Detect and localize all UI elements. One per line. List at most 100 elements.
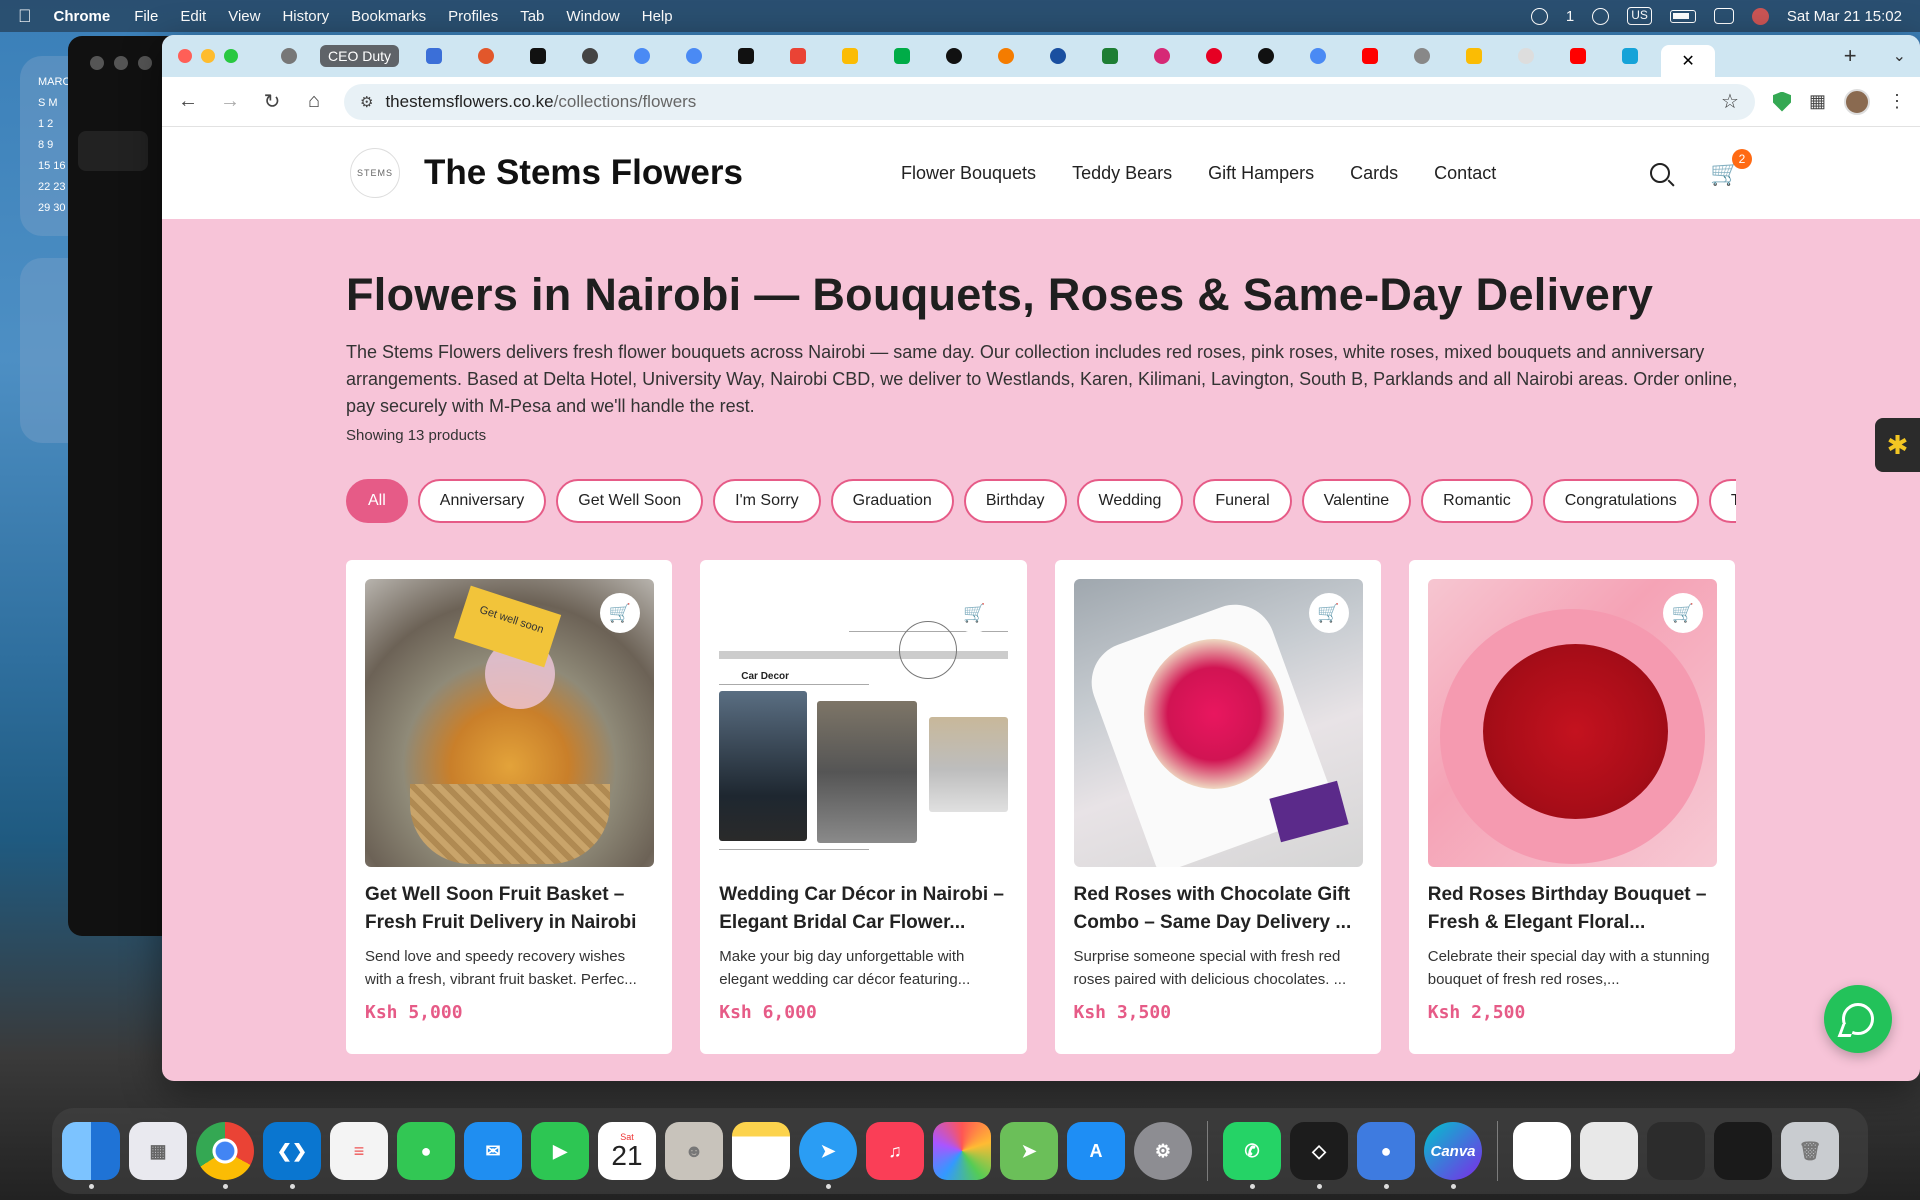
product-card[interactable]: Car Decor 🛒 Wedding Car Décor in Nairobi…	[700, 560, 1027, 1054]
filter-chip-im-sorry[interactable]: I'm Sorry	[713, 479, 821, 523]
add-to-cart-button[interactable]: 🛒	[600, 593, 640, 633]
product-image[interactable]: 🛒	[1427, 579, 1717, 867]
dock-vscode[interactable]: ❮❯	[263, 1122, 321, 1189]
tab[interactable]	[621, 43, 663, 69]
filter-chip-graduation[interactable]: Graduation	[830, 479, 954, 523]
site-brand[interactable]: The Stems Flowers	[424, 153, 743, 193]
nav-teddy-bears[interactable]: Teddy Bears	[1072, 163, 1172, 184]
product-image[interactable]: 🛒	[1073, 579, 1363, 867]
product-title[interactable]: Red Roses Birthday Bouquet – Fresh & Ele…	[1428, 881, 1717, 937]
add-to-cart-button[interactable]: 🛒	[1308, 593, 1349, 633]
site-info-icon[interactable]: ⚙	[360, 93, 373, 111]
menubar-app-name[interactable]: Chrome	[54, 8, 111, 25]
dock-finder[interactable]	[62, 1122, 120, 1189]
tab[interactable]	[1141, 43, 1183, 69]
menu-edit[interactable]: Edit	[180, 8, 206, 25]
site-logo[interactable]: STEMS	[350, 148, 400, 198]
menu-window[interactable]: Window	[566, 8, 619, 25]
profile-avatar[interactable]	[1844, 88, 1870, 115]
tab-search-chevron-icon[interactable]: ⌄	[1893, 46, 1906, 66]
tab[interactable]	[1037, 43, 1079, 69]
dock-messages[interactable]: ●	[397, 1122, 455, 1180]
tab[interactable]	[1609, 43, 1651, 69]
tab[interactable]	[1245, 43, 1287, 69]
new-tab-button[interactable]: +	[1844, 43, 1857, 69]
dock-launchpad[interactable]: ▦	[129, 1122, 187, 1180]
nav-contact[interactable]: Contact	[1434, 163, 1496, 184]
tab[interactable]	[673, 43, 715, 69]
close-tab-icon[interactable]: ✕	[1681, 51, 1694, 71]
tab[interactable]	[1349, 43, 1391, 69]
reload-button[interactable]: ↻	[260, 89, 284, 114]
tab-chrome[interactable]	[268, 43, 310, 69]
filter-chip-congratulations[interactable]: Congratulations	[1542, 479, 1699, 523]
menu-help[interactable]: Help	[642, 8, 673, 25]
dock-stack-screenshot[interactable]	[1647, 1122, 1705, 1180]
filter-chip-funeral[interactable]: Funeral	[1193, 479, 1292, 523]
menu-profiles[interactable]: Profiles	[448, 8, 498, 25]
whatsapp-chat-button[interactable]	[1824, 985, 1892, 1053]
product-card[interactable]: Get well soon 🛒 Get Well Soon Fruit Bask…	[346, 560, 673, 1054]
dock-calendar[interactable]: Sat 21	[598, 1122, 656, 1180]
tab[interactable]	[1557, 43, 1599, 69]
dock-whatsapp[interactable]: ✆	[1223, 1122, 1281, 1189]
cart-button[interactable]: 🛒 2	[1710, 148, 1752, 188]
nav-gift-hampers[interactable]: Gift Hampers	[1208, 163, 1314, 184]
dock-stack-downloads[interactable]	[1714, 1122, 1772, 1180]
product-card[interactable]: 🛒 Red Roses with Chocolate Gift Combo – …	[1054, 560, 1381, 1054]
dock-system-settings[interactable]: ⚙	[1134, 1122, 1192, 1180]
filter-chip-valentine[interactable]: Valentine	[1301, 479, 1412, 523]
close-window-button[interactable]	[178, 49, 192, 63]
menu-view[interactable]: View	[228, 8, 260, 25]
dock-photos[interactable]	[933, 1122, 991, 1180]
nav-cards[interactable]: Cards	[1350, 163, 1398, 184]
filter-chip-all[interactable]: All	[346, 479, 408, 523]
battery-icon[interactable]	[1669, 9, 1696, 23]
home-button[interactable]: ⌂	[302, 90, 326, 113]
tab[interactable]	[985, 43, 1027, 69]
dock-contacts[interactable]: ☻	[665, 1122, 723, 1180]
tab[interactable]	[829, 43, 871, 69]
side-widget-tab[interactable]: ✱	[1875, 418, 1920, 472]
extensions-puzzle-icon[interactable]: ▦	[1809, 91, 1826, 112]
dock-document[interactable]	[1513, 1122, 1571, 1180]
tab[interactable]	[1401, 43, 1443, 69]
bookmark-star-icon[interactable]: ☆	[1721, 89, 1739, 114]
tab[interactable]	[465, 43, 507, 69]
input-source[interactable]: US	[1627, 7, 1652, 25]
nav-flower-bouquets[interactable]: Flower Bouquets	[901, 163, 1036, 184]
product-image[interactable]: Get well soon 🛒	[365, 579, 654, 867]
tab[interactable]	[413, 43, 455, 69]
filter-chip-get-well-soon[interactable]: Get Well Soon	[556, 479, 704, 523]
dock-app[interactable]: ●	[1357, 1122, 1415, 1189]
github-sidebar-icon[interactable]	[78, 131, 148, 171]
dock-chrome[interactable]	[196, 1122, 254, 1189]
tab[interactable]	[777, 43, 819, 69]
dock-cube-app[interactable]: ◇	[1290, 1122, 1348, 1189]
menubar-clock[interactable]: Sat Mar 21 15:02	[1787, 8, 1902, 25]
menu-file[interactable]: File	[134, 8, 158, 25]
dock-canva[interactable]: Canva	[1424, 1122, 1482, 1189]
url-text[interactable]: thestemsflowers.co.ke/collections/flower…	[385, 92, 696, 112]
dock-facetime[interactable]: ▶	[531, 1122, 589, 1180]
extension-shield-icon[interactable]	[1772, 91, 1791, 112]
menu-tab[interactable]: Tab	[520, 8, 544, 25]
chrome-menu-icon[interactable]: ⋮	[1888, 91, 1906, 112]
tab[interactable]	[569, 43, 611, 69]
tab[interactable]	[517, 43, 559, 69]
tab[interactable]	[1089, 43, 1131, 69]
product-title[interactable]: Red Roses with Chocolate Gift Combo – Sa…	[1074, 881, 1363, 937]
dock-stack-screenshot[interactable]	[1580, 1122, 1638, 1180]
tab-active[interactable]: ✕	[1661, 45, 1716, 77]
filter-chip-wedding[interactable]: Wedding	[1076, 479, 1184, 523]
c-app-status-icon[interactable]	[1530, 7, 1548, 25]
menu-bookmarks[interactable]: Bookmarks	[351, 8, 426, 25]
dock-trash[interactable]: 🗑	[1781, 1122, 1839, 1180]
tab[interactable]	[1297, 43, 1339, 69]
dock-safari[interactable]: ➤	[799, 1122, 857, 1189]
tab[interactable]	[881, 43, 923, 69]
search-icon[interactable]	[1650, 163, 1671, 183]
menu-history[interactable]: History	[282, 8, 329, 25]
dock-maps[interactable]: ➤	[1000, 1122, 1058, 1180]
control-center-icon[interactable]	[1713, 8, 1734, 24]
